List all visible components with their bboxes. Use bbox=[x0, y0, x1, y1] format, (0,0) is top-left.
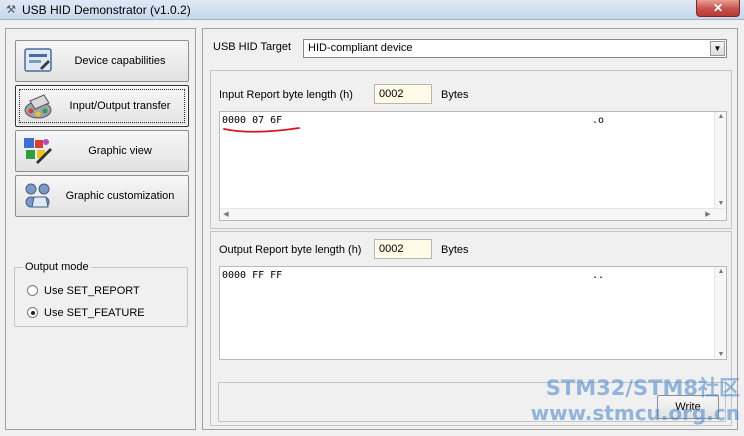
right-panel: USB HID Target HID-compliant device ▼ In… bbox=[202, 28, 738, 430]
radio-set-feature[interactable]: Use SET_FEATURE bbox=[27, 305, 145, 321]
output-bytes-label: Bytes bbox=[441, 244, 469, 256]
device-capabilities-button[interactable]: Device capabilities bbox=[15, 40, 189, 82]
scroll-right-icon[interactable]: ▶ bbox=[702, 210, 714, 218]
radio-label-set-report: Use SET_REPORT bbox=[44, 285, 140, 297]
scroll-down-icon[interactable]: ▼ bbox=[715, 200, 727, 207]
write-area: Write bbox=[218, 382, 726, 422]
usb-hid-target-label: USB HID Target bbox=[213, 41, 292, 53]
output-length-field[interactable]: 0002 bbox=[374, 239, 432, 259]
scroll-up-icon[interactable]: ▲ bbox=[715, 268, 727, 275]
usb-hid-target-select[interactable]: HID-compliant device ▼ bbox=[303, 39, 727, 58]
target-selected-value: HID-compliant device bbox=[308, 42, 413, 54]
input-horizontal-scrollbar[interactable]: ◀ ▶ bbox=[220, 208, 726, 220]
input-vertical-scrollbar[interactable]: ▲ ▼ bbox=[714, 112, 726, 208]
usb-app-icon: ⚒ bbox=[6, 4, 16, 16]
output-report-data[interactable]: 0000 FF FF .. ▲ ▼ bbox=[219, 266, 727, 360]
device-card-icon bbox=[24, 48, 52, 72]
input-ascii-row: .o bbox=[592, 115, 605, 126]
red-underline-annotation bbox=[223, 127, 300, 133]
radio-circle-icon bbox=[27, 285, 38, 296]
output-vertical-scrollbar[interactable]: ▲ ▼ bbox=[714, 267, 726, 359]
scroll-down-icon[interactable]: ▼ bbox=[715, 351, 727, 358]
radio-label-set-feature: Use SET_FEATURE bbox=[44, 307, 145, 319]
scroll-left-icon[interactable]: ◀ bbox=[220, 210, 232, 218]
graphic-view-icon bbox=[24, 138, 52, 164]
dropdown-arrow-icon[interactable]: ▼ bbox=[710, 41, 725, 56]
input-report-section: Input Report byte length (h) 0002 Bytes … bbox=[210, 70, 732, 229]
output-length-label: Output Report byte length (h) bbox=[219, 244, 362, 256]
graphic-view-button[interactable]: Graphic view bbox=[15, 130, 189, 172]
input-length-field[interactable]: 0002 bbox=[374, 84, 432, 104]
nav-label-graphic-view: Graphic view bbox=[88, 145, 152, 157]
input-output-transfer-button[interactable]: Input/Output transfer bbox=[15, 85, 189, 127]
radio-set-report[interactable]: Use SET_REPORT bbox=[27, 283, 140, 299]
output-hex-row: 0000 FF FF bbox=[222, 270, 283, 281]
input-bytes-label: Bytes bbox=[441, 89, 469, 101]
title-bar: ⚒ USB HID Demonstrator (v1.0.2) ✕ bbox=[0, 0, 744, 20]
left-panel: Device capabilities Input/Output transfe… bbox=[5, 28, 196, 430]
scroll-up-icon[interactable]: ▲ bbox=[715, 113, 727, 120]
usb-transfer-icon bbox=[24, 94, 52, 119]
close-button[interactable]: ✕ bbox=[696, 0, 740, 17]
radio-checked-icon bbox=[27, 307, 38, 318]
output-mode-title: Output mode bbox=[23, 261, 91, 273]
nav-label-graphic-customization: Graphic customization bbox=[65, 190, 175, 202]
nav-label-device-capabilities: Device capabilities bbox=[74, 55, 166, 67]
window-title: USB HID Demonstrator (v1.0.2) bbox=[22, 3, 191, 17]
input-length-label: Input Report byte length (h) bbox=[219, 89, 353, 101]
nav-label-input-output-transfer: Input/Output transfer bbox=[69, 100, 171, 112]
write-button[interactable]: Write bbox=[657, 395, 719, 419]
graphic-customization-icon bbox=[25, 183, 50, 208]
graphic-customization-button[interactable]: Graphic customization bbox=[15, 175, 189, 217]
output-ascii-row: .. bbox=[592, 270, 605, 281]
output-mode-group: Output mode Use SET_REPORT Use SET_FEATU… bbox=[14, 261, 188, 327]
